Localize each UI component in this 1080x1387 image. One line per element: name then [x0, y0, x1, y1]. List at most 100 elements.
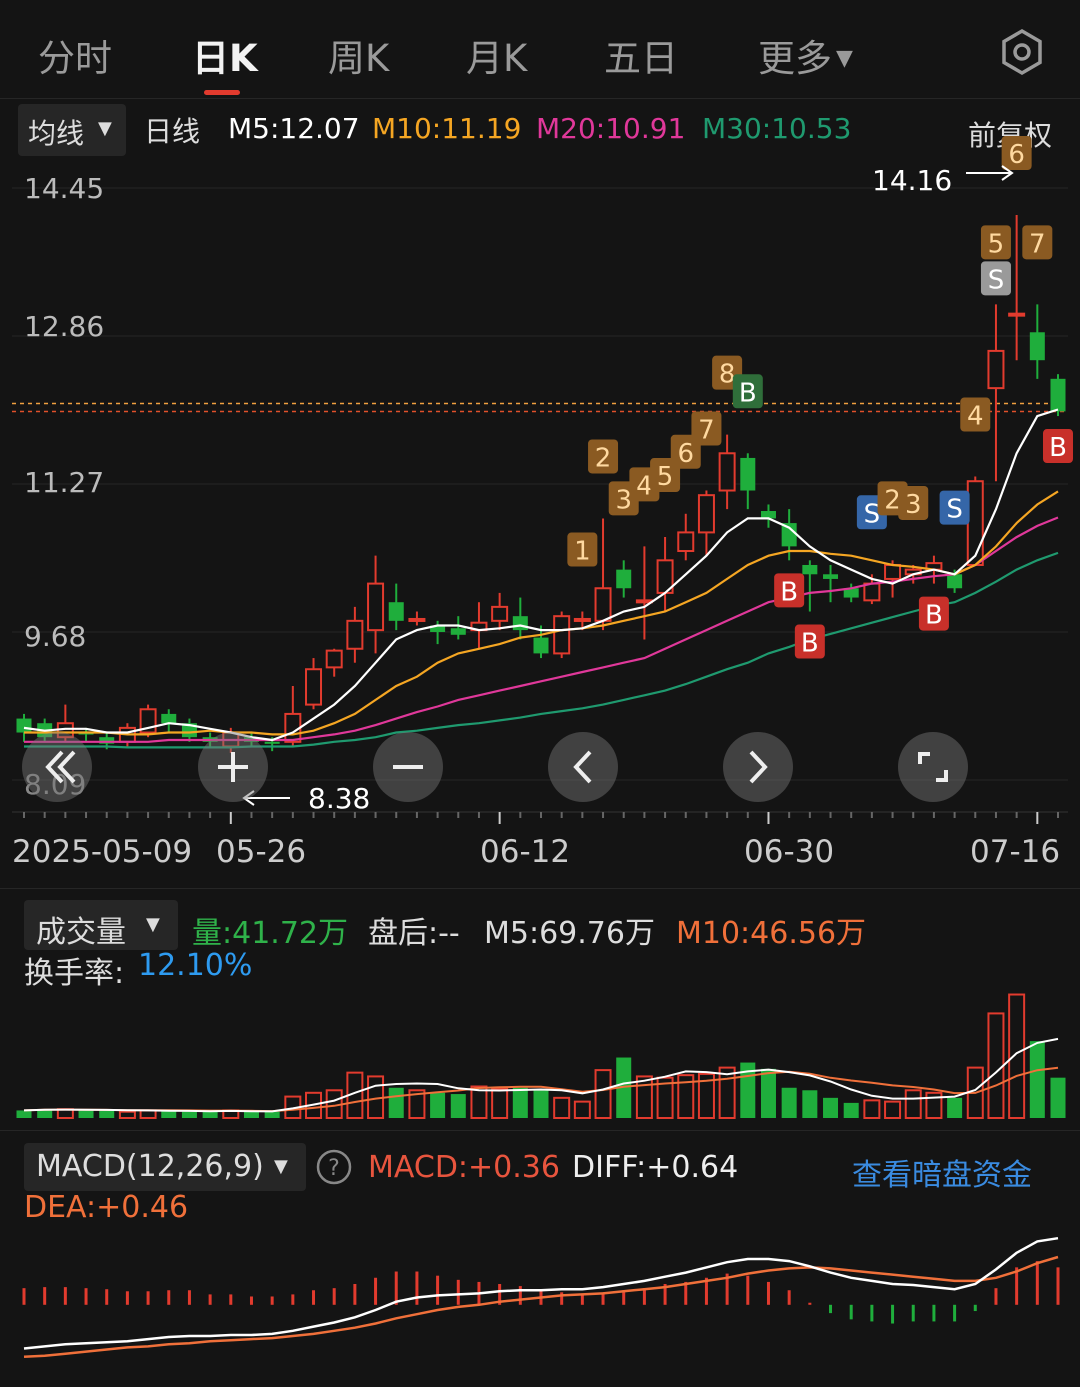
ma10-line	[24, 490, 1059, 736]
volume-bar	[594, 1069, 612, 1120]
fullscreen-button[interactable]	[898, 732, 968, 802]
dark-pool-funds-link[interactable]: 查看暗盘资金	[852, 1150, 1032, 1194]
tab-daily-k[interactable]: 日K	[192, 28, 258, 82]
volume-bar	[843, 1102, 859, 1118]
indicator-select-label: MACD(12,26,9)	[36, 1149, 264, 1184]
tab-five-day[interactable]: 五日	[604, 28, 678, 82]
volume-bar	[139, 1109, 157, 1120]
indicator-select-label: 均线	[28, 117, 85, 150]
candle-body	[718, 452, 736, 492]
signal-text: 5	[988, 229, 1005, 259]
candle-body	[16, 718, 32, 733]
zoom-in-button[interactable]	[198, 732, 268, 802]
candle-body	[305, 668, 323, 706]
signal-text: 4	[967, 402, 984, 432]
high-price-label: 14.16	[872, 164, 953, 197]
price-axis-label: 11.27	[24, 466, 105, 499]
signal-marker: 5	[980, 225, 1011, 260]
tab-intraday[interactable]: 分时	[38, 28, 112, 82]
signal-marker: 7	[691, 411, 722, 446]
volume-ma5: M5:69.76万	[484, 916, 655, 951]
volume-bar	[802, 1090, 818, 1118]
ma20-value: M20:10.91	[536, 112, 686, 145]
indicator-select-ma[interactable]: 均线 ▼	[18, 104, 126, 156]
signal-marker: 2	[588, 439, 619, 474]
candle-body	[450, 628, 466, 635]
tab-monthly-k[interactable]: 月K	[466, 28, 527, 82]
macd-value: MACD:+0.36	[368, 1150, 560, 1185]
volume-bar	[635, 1075, 653, 1119]
divider	[0, 1130, 1080, 1131]
candle-body	[616, 569, 632, 589]
tab-weekly-k[interactable]: 周K	[328, 28, 389, 82]
candle-body	[966, 480, 984, 566]
candlestick-chart[interactable]: 123 4 5678BBBS 2 3BS45S67B	[0, 135, 1080, 810]
candle-body	[1008, 312, 1026, 317]
zoom-out-button[interactable]	[373, 732, 443, 802]
after-hours-volume: 盘后:--	[368, 916, 460, 951]
candle-body	[408, 617, 426, 622]
price-axis-label: 9.68	[24, 620, 87, 653]
low-price-label: 8.38	[308, 782, 371, 815]
candle-body	[1050, 378, 1066, 412]
ma-legend-row: 均线 ▼ 日线 M5:12.07 M10:11.19 M20:10.91 M30…	[0, 100, 1080, 158]
candle-body	[1029, 332, 1045, 361]
candle-body	[367, 582, 385, 632]
volume-bar	[491, 1088, 509, 1119]
volume-bar	[573, 1100, 591, 1120]
macd-chart[interactable]	[0, 1230, 1080, 1370]
volume-bar	[884, 1100, 902, 1120]
price-axis-label: 12.86	[24, 310, 105, 343]
candle-body	[325, 649, 343, 669]
dropdown-caret-icon: ▼	[274, 1156, 288, 1177]
scroll-right-button[interactable]	[723, 732, 793, 802]
volume-chart[interactable]	[0, 990, 1080, 1122]
candle-body	[863, 582, 881, 602]
signal-marker: B	[794, 624, 825, 659]
volume-bar	[118, 1110, 136, 1119]
signal-marker: B	[1043, 429, 1073, 464]
volume-bar	[1050, 1077, 1066, 1118]
volume-bar	[823, 1097, 839, 1118]
candle-body	[697, 494, 715, 534]
volume-bar	[533, 1090, 549, 1118]
volume-bar	[264, 1111, 280, 1118]
period-label: 日线	[144, 115, 201, 148]
indicator-select-macd[interactable]: MACD(12,26,9) ▼	[24, 1143, 306, 1191]
volume-bar	[16, 1110, 32, 1118]
chart-period-tabs: 分时 日K 周K 月K 五日 更多 ▼	[0, 0, 1080, 99]
candle-body	[346, 619, 364, 650]
diff-value: DIFF:+0.64	[572, 1150, 739, 1185]
volume-bar	[781, 1087, 797, 1118]
signal-marker: B	[774, 573, 805, 608]
settings-icon[interactable]	[998, 28, 1046, 76]
volume-bar	[243, 1111, 259, 1118]
date-axis-ticks	[12, 811, 1068, 824]
ma30-value: M30:10.53	[702, 112, 852, 145]
candle-body	[987, 349, 1005, 390]
candle-body	[512, 616, 528, 631]
scroll-left-button[interactable]	[548, 732, 618, 802]
signal-marker: S	[980, 261, 1011, 296]
signal-text: B	[739, 378, 757, 408]
candle-body	[823, 574, 839, 579]
scroll-left-fast-button[interactable]	[22, 732, 92, 802]
ma5-line	[23, 408, 1059, 742]
indicator-select-volume[interactable]: 成交量 ▼	[24, 900, 178, 950]
active-tab-indicator	[204, 90, 240, 95]
right-arrow-icon	[966, 165, 1014, 181]
candle-body	[594, 587, 612, 622]
signal-text: S	[946, 495, 963, 525]
help-icon[interactable]: ?	[316, 1149, 352, 1185]
dropdown-caret-icon: ▼	[836, 46, 853, 71]
volume-bar	[904, 1089, 922, 1119]
date-axis-label: 06-30	[744, 834, 835, 870]
candle-body	[573, 617, 591, 622]
signal-marker: 3	[898, 485, 929, 520]
volume-bar	[1029, 1041, 1045, 1118]
svg-text:?: ?	[328, 1156, 340, 1181]
tab-more-label: 更多	[758, 37, 832, 80]
date-axis-label: 06-12	[480, 834, 571, 870]
tab-more[interactable]: 更多 ▼	[758, 28, 853, 82]
signal-marker: 7	[1022, 225, 1053, 260]
